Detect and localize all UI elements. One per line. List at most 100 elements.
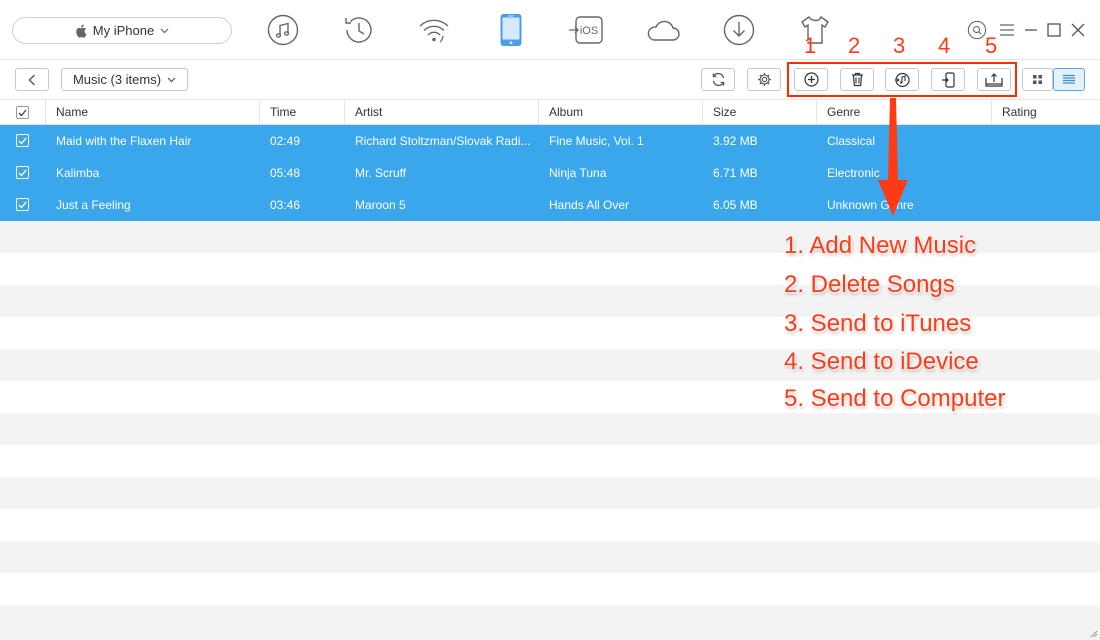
download-icon[interactable]: [719, 10, 759, 50]
annotation-number: 5: [985, 33, 998, 58]
annotation-line: 3. Send to iTunes: [784, 310, 972, 337]
empty-row: [0, 477, 1100, 509]
search-icon[interactable]: [967, 20, 987, 40]
column-header-name[interactable]: Name: [45, 100, 260, 125]
send-to-computer-button[interactable]: [977, 68, 1011, 91]
add-music-button[interactable]: [794, 68, 828, 91]
cell-genre: Classical: [827, 134, 876, 148]
apple-icon: [76, 24, 87, 38]
checkmark-icon: [18, 169, 27, 176]
column-header-size[interactable]: Size: [702, 100, 817, 125]
top-bar: My iPhone iOS: [0, 0, 1100, 60]
grid-icon: [1033, 75, 1042, 84]
column-header-rating[interactable]: Rating: [991, 100, 1100, 125]
cell-artist: Mr. Scruff: [355, 166, 407, 180]
annotation-number: 4: [938, 33, 951, 58]
column-header-album[interactable]: Album: [538, 100, 703, 125]
column-header-time[interactable]: Time: [259, 100, 344, 125]
cell-name: Kalimba: [56, 166, 100, 180]
plus-circle-icon: [803, 72, 819, 87]
empty-row: [0, 605, 1100, 640]
category-selector[interactable]: Music (3 items): [61, 68, 188, 91]
device-name: My iPhone: [92, 23, 155, 38]
chevron-left-icon: [28, 74, 35, 85]
checkmark-icon: [18, 201, 27, 208]
chevron-down-icon: [167, 77, 176, 82]
list-icon: [1063, 74, 1075, 84]
cell-rating[interactable]: [1002, 189, 1097, 221]
table-row[interactable]: Kalimba 05:48 Mr. Scruff Ninja Tuna 6.71…: [0, 157, 1100, 189]
empty-row: [0, 573, 1100, 605]
annotation-line: 2. Delete Songs: [784, 271, 955, 298]
cell-rating[interactable]: [1002, 125, 1097, 157]
export-icon: [985, 72, 1003, 87]
cell-album: Fine Music, Vol. 1: [549, 134, 644, 148]
resize-grip-icon[interactable]: [1088, 628, 1098, 638]
cell-time: 05:48: [270, 166, 301, 180]
itunes-icon: [895, 72, 910, 87]
annotation-number: 1: [804, 33, 817, 58]
table-row[interactable]: Just a Feeling 03:46 Maroon 5 Hands All …: [0, 189, 1100, 221]
empty-row: [0, 541, 1100, 573]
send-to-itunes-button[interactable]: [885, 68, 919, 91]
cell-name: Just a Feeling: [56, 198, 131, 212]
maximize-icon[interactable]: [1044, 20, 1064, 40]
delete-button[interactable]: [840, 68, 874, 91]
cell-time: 02:49: [270, 134, 301, 148]
close-icon[interactable]: [1068, 20, 1088, 40]
cell-size: 6.05 MB: [713, 198, 758, 212]
annotation-line: 4. Send to iDevice: [784, 348, 979, 375]
table-row[interactable]: Maid with the Flaxen Hair 02:49 Richard …: [0, 125, 1100, 157]
column-header-artist[interactable]: Artist: [344, 100, 538, 125]
checkmark-icon: [18, 109, 27, 116]
column-header-genre[interactable]: Genre: [816, 100, 991, 125]
cell-artist: Maroon 5: [355, 198, 406, 212]
toolbar: Music (3 items): [0, 60, 1100, 100]
icloud-icon[interactable]: [643, 10, 683, 50]
ios-mover-icon[interactable]: iOS: [566, 10, 606, 50]
select-all-checkbox[interactable]: [16, 106, 29, 119]
back-button[interactable]: [15, 68, 49, 91]
table-header: Name Time Artist Album Size Genre Rating: [0, 100, 1100, 125]
empty-row: [0, 445, 1100, 477]
category-label: Music (3 items): [72, 72, 162, 87]
annotation-number: 3: [893, 33, 906, 58]
row-checkbox[interactable]: [16, 198, 29, 211]
cell-rating[interactable]: [1002, 157, 1097, 189]
send-to-idevice-button[interactable]: [931, 68, 965, 91]
cell-size: 3.92 MB: [713, 134, 758, 148]
grid-view-button[interactable]: [1022, 68, 1053, 91]
cell-genre: Electronic: [827, 166, 880, 180]
cell-time: 03:46: [270, 198, 301, 212]
gear-icon: [757, 73, 771, 86]
checkmark-icon: [18, 137, 27, 144]
refresh-icon: [712, 72, 724, 87]
cell-size: 6.71 MB: [713, 166, 758, 180]
minimize-icon[interactable]: [1021, 20, 1041, 40]
app-window: My iPhone iOS Music (3 items) Name Time …: [0, 0, 1100, 640]
ios-label: iOS: [580, 25, 598, 37]
cell-artist: Richard Stoltzman/Slovak Radi...: [355, 134, 531, 148]
history-icon[interactable]: [338, 10, 378, 50]
device-selector[interactable]: My iPhone: [12, 17, 232, 44]
cell-name: Maid with the Flaxen Hair: [56, 134, 192, 148]
wifi-sync-icon[interactable]: [414, 10, 454, 50]
row-checkbox[interactable]: [16, 134, 29, 147]
annotation-number: 2: [848, 33, 861, 58]
row-checkbox[interactable]: [16, 166, 29, 179]
list-view-button[interactable]: [1053, 68, 1085, 91]
annotation-line: 5. Send to Computer: [784, 385, 1006, 412]
cell-album: Hands All Over: [549, 198, 630, 212]
trash-icon: [851, 72, 863, 87]
settings-button[interactable]: [747, 68, 781, 91]
menu-icon[interactable]: [997, 20, 1017, 40]
cell-genre: Unknown Genre: [827, 198, 914, 212]
empty-row: [0, 509, 1100, 541]
annotation-line: 1. Add New Music: [784, 232, 977, 259]
refresh-button[interactable]: [701, 68, 735, 91]
music-icon[interactable]: [263, 10, 303, 50]
empty-row: [0, 413, 1100, 445]
iphone-icon[interactable]: [491, 10, 531, 50]
cell-album: Ninja Tuna: [549, 166, 607, 180]
chevron-down-icon: [160, 28, 169, 33]
